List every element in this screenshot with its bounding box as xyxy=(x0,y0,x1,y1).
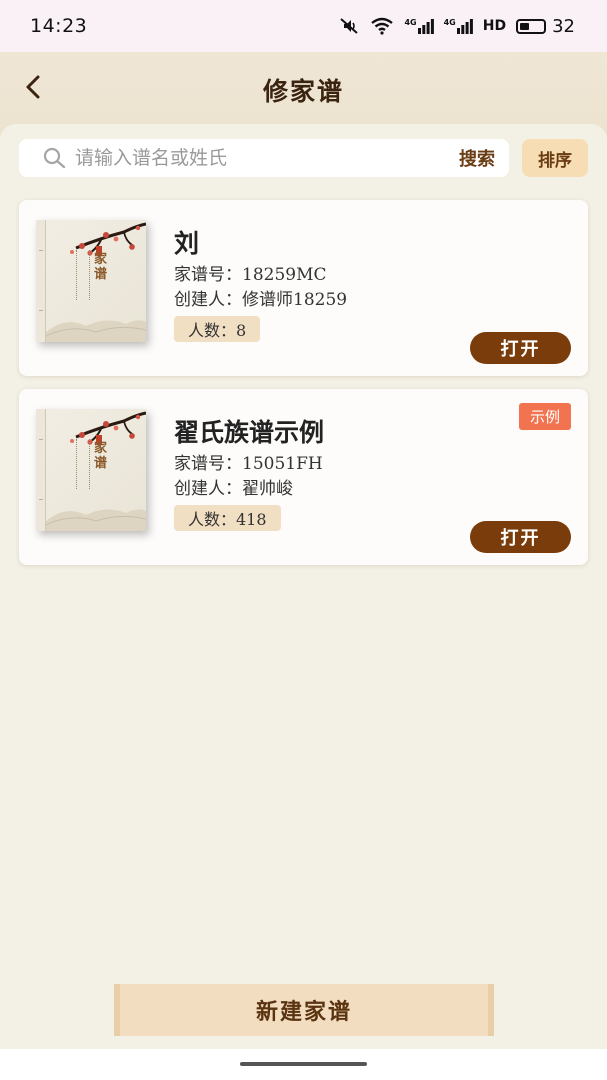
search-input[interactable] xyxy=(73,139,443,177)
battery-indicator: 32 xyxy=(516,16,575,37)
member-count-badge: 人数：418 xyxy=(174,505,281,531)
open-button[interactable]: 打开 xyxy=(470,521,571,553)
search-icon xyxy=(43,147,67,173)
search-button[interactable]: 搜索 xyxy=(459,145,495,171)
hd-label: HD xyxy=(482,18,507,34)
member-count-badge: 人数：8 xyxy=(174,316,261,342)
genealogy-creator: 创建人：翟帅峻 xyxy=(174,479,293,499)
status-icons: 4G 4G HD 32 xyxy=(338,16,575,37)
signal-icon-1: 4G xyxy=(404,18,434,34)
content-panel: 搜索 排序 xyxy=(0,124,607,1049)
signal-icon-2: 4G xyxy=(444,18,473,34)
genealogy-cover-image: 家谱 xyxy=(36,409,146,531)
network-type-label: 4G xyxy=(443,18,456,27)
sort-button[interactable]: 排序 xyxy=(522,139,588,177)
home-indicator[interactable] xyxy=(240,1062,367,1066)
search-box[interactable]: 搜索 xyxy=(19,139,509,177)
genealogy-number: 家谱号：15051FH xyxy=(174,454,323,474)
battery-level: 32 xyxy=(552,15,575,37)
status-bar: 14:23 4G 4G HD 32 xyxy=(0,0,607,52)
genealogy-creator: 创建人：修谱师18259 xyxy=(174,290,348,310)
genealogy-name: 刘 xyxy=(174,229,200,258)
battery-icon xyxy=(516,18,547,34)
new-genealogy-button[interactable]: 新建家谱 xyxy=(114,984,494,1036)
genealogy-card[interactable]: 家谱 刘 家谱号：18259MC 创建人：修谱师18259 人数：8 打开 xyxy=(19,200,588,376)
cover-title: 家谱 xyxy=(94,441,108,471)
status-time: 14:23 xyxy=(30,15,88,37)
genealogy-cover-image: 家谱 xyxy=(36,220,146,342)
wifi-icon xyxy=(370,17,394,35)
network-type-label: 4G xyxy=(404,18,417,27)
genealogy-number: 家谱号：18259MC xyxy=(174,265,327,285)
page-title: 修家谱 xyxy=(262,77,344,106)
cover-title: 家谱 xyxy=(94,252,108,282)
example-tag: 示例 xyxy=(519,403,571,430)
page: 14:23 4G 4G HD 32 修家谱 请输入谱名或姓氏 搜索 排序 家谱 … xyxy=(0,0,607,1080)
genealogy-name: 翟氏族谱示例 xyxy=(174,418,325,447)
open-button[interactable]: 打开 xyxy=(470,332,571,364)
genealogy-card[interactable]: 家谱 示例 翟氏族谱示例 家谱号：15051FH 创建人：翟帅峻 人数：418 … xyxy=(19,389,588,565)
system-nav-bar xyxy=(0,1049,607,1080)
search-row: 搜索 排序 xyxy=(19,139,589,179)
mute-icon xyxy=(338,17,360,35)
